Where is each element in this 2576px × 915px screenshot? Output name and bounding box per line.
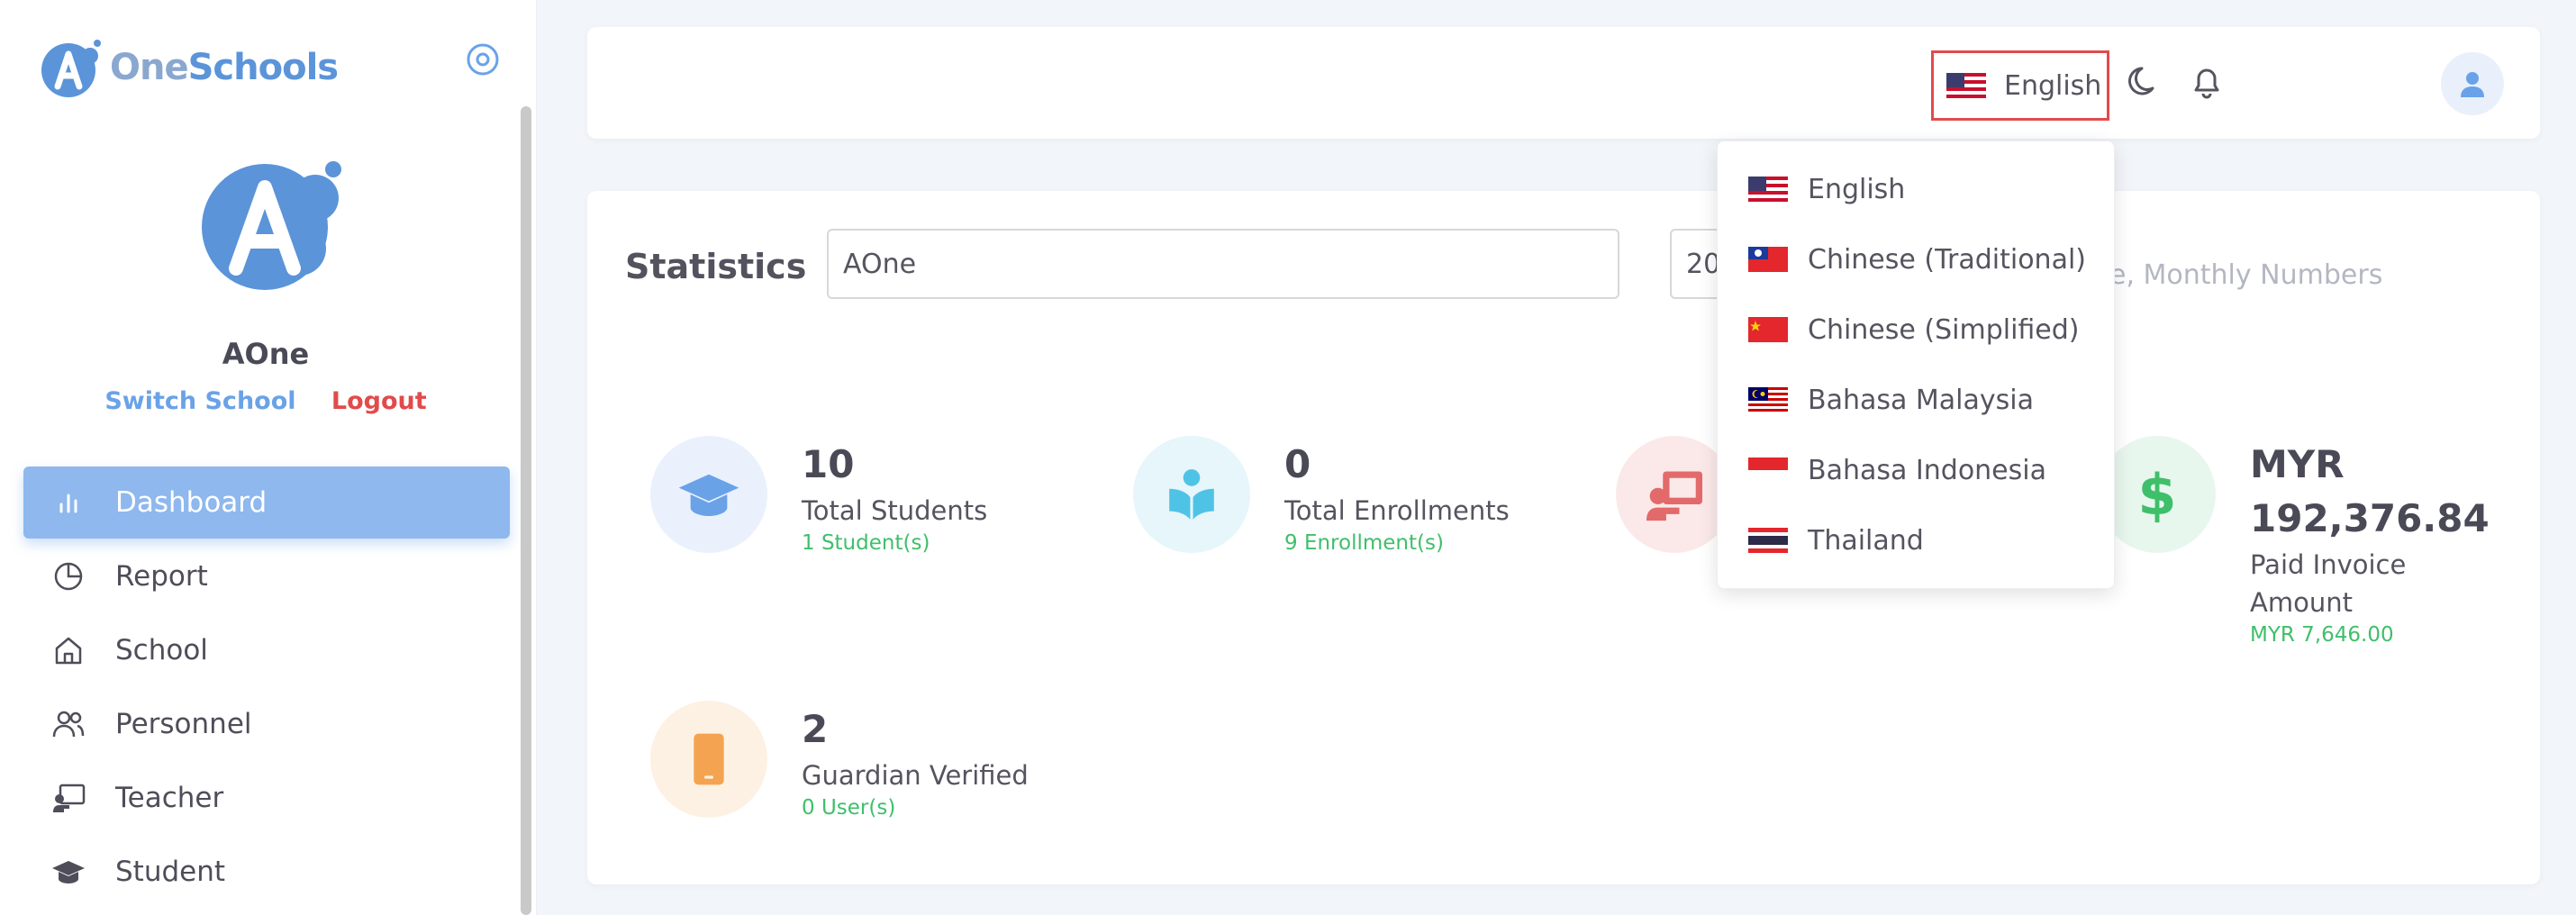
logo-text: OneSchools (110, 47, 339, 88)
statistics-card: Statistics AOne 2 0 e, Monthly Numbers 10… (587, 191, 2540, 884)
malaysia-flag-icon (1748, 387, 1788, 412)
page-title: Statistics (625, 247, 807, 286)
language-option-label: English (1808, 173, 1906, 205)
sidebar-scrollbar[interactable] (521, 106, 531, 915)
language-selector[interactable]: English (1931, 50, 2109, 121)
app-logo[interactable]: OneSchools (38, 36, 339, 99)
chart-filter-hint: e, Monthly Numbers (2109, 259, 2383, 291)
china-flag-icon (1748, 317, 1788, 342)
language-option-label: Bahasa Malaysia (1808, 384, 2035, 416)
language-option-english[interactable]: English (1718, 154, 2114, 224)
stat-label: Guardian Verified (802, 760, 1029, 791)
sidebar-item-school[interactable]: School (23, 614, 510, 686)
language-label: English (2004, 69, 2102, 102)
sidebar-item-label: Teacher (115, 782, 224, 814)
language-option-label: Bahasa Indonesia (1808, 454, 2046, 486)
sidebar-item-label: School (115, 634, 208, 666)
top-header: English (587, 27, 2540, 139)
switch-school-link[interactable]: Switch School (104, 387, 295, 415)
language-option-thailand[interactable]: Thailand (1718, 505, 2114, 575)
stat-value: MYR 192,376.84 (2250, 442, 2490, 540)
school-select[interactable]: AOne (827, 229, 1619, 299)
stat-sub: 0 User(s) (802, 796, 896, 820)
logout-link[interactable]: Logout (331, 387, 427, 415)
sidebar-item-report[interactable]: Report (23, 540, 510, 612)
school-name: AOne (222, 337, 310, 371)
sidebar-item-teacher[interactable]: Teacher (23, 762, 510, 834)
stat-label: Paid Invoice Amount (2250, 549, 2407, 618)
indonesia-flag-icon (1748, 458, 1788, 483)
stat-sub: 1 Student(s) (802, 531, 930, 555)
bar-chart-icon (50, 485, 86, 521)
taiwan-flag-icon (1748, 247, 1788, 272)
sidebar-nav: Dashboard Report School Personnel Teache… (23, 467, 510, 910)
stat-value: 10 (802, 442, 855, 486)
user-icon (2461, 72, 2484, 97)
stat-label: Total Enrollments (1284, 495, 1510, 526)
graduation-cap-icon (50, 854, 86, 890)
sidebar-item-dashboard[interactable]: Dashboard (23, 467, 510, 539)
language-option-chinese-simplified[interactable]: Chinese (Simplified) (1718, 294, 2114, 365)
stat-label: Total Students (802, 495, 988, 526)
phone-icon (650, 701, 767, 818)
sidebar-item-label: Report (115, 560, 208, 593)
users-icon (50, 706, 86, 742)
language-dropdown: English Chinese (Traditional) Chinese (S… (1717, 140, 2115, 589)
school-links: Switch School Logout (0, 387, 531, 415)
language-option-bahasa-malaysia[interactable]: Bahasa Malaysia (1718, 365, 2114, 435)
stat-value: 2 (802, 707, 829, 751)
book-icon (1133, 436, 1250, 553)
teacher-icon (1616, 436, 1733, 553)
language-option-label: Chinese (Simplified) (1808, 313, 2080, 346)
logo-icon (41, 40, 101, 97)
bell-icon[interactable] (2187, 61, 2227, 101)
user-avatar[interactable] (2441, 52, 2504, 115)
sidebar-item-label: Dashboard (115, 486, 268, 519)
graduation-cap-icon (650, 436, 767, 553)
sidebar-item-personnel[interactable]: Personnel (23, 688, 510, 760)
us-flag-icon (1748, 177, 1788, 202)
language-option-bahasa-indonesia[interactable]: Bahasa Indonesia (1718, 435, 2114, 505)
thailand-flag-icon (1748, 528, 1788, 553)
sidebar-item-student[interactable]: Student (23, 836, 510, 908)
language-option-label: Thailand (1808, 524, 1924, 557)
dollar-icon: $ (2099, 436, 2216, 553)
school-logo (202, 161, 341, 290)
pie-chart-icon (50, 558, 86, 594)
sidebar-toggle-icon[interactable] (465, 41, 501, 77)
sidebar: OneSchools AOne Switch School Logout Das… (0, 0, 537, 915)
language-option-label: Chinese (Traditional) (1808, 243, 2086, 276)
language-option-chinese-traditional[interactable]: Chinese (Traditional) (1718, 224, 2114, 294)
home-icon (50, 632, 86, 668)
stat-sub: MYR 7,646.00 (2250, 623, 2394, 647)
us-flag-icon (1946, 73, 1986, 98)
moon-icon[interactable] (2126, 61, 2165, 101)
stat-sub: 9 Enrollment(s) (1284, 531, 1444, 555)
sidebar-item-label: Student (115, 856, 226, 888)
sidebar-item-label: Personnel (115, 708, 252, 740)
teacher-icon (50, 780, 86, 816)
stat-value: 0 (1284, 442, 1311, 486)
